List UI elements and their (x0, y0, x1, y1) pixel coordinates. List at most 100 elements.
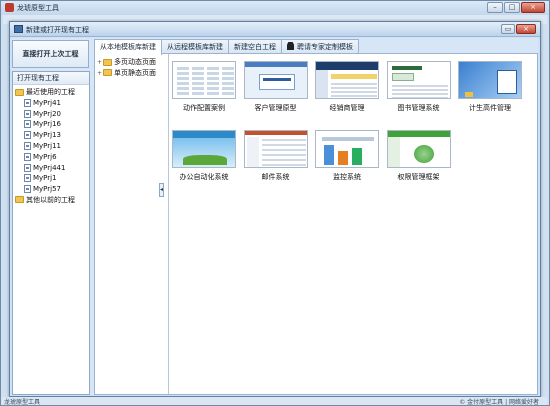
template-thumbnail[interactable] (172, 61, 236, 99)
tab-2[interactable]: 从远程模板库新建 (161, 39, 229, 54)
dialog-close-button[interactable]: × (516, 24, 536, 34)
template-tile[interactable]: 权限管理框架 (385, 127, 453, 187)
template-tile[interactable]: 图书管理系统 (385, 58, 453, 118)
thumbnail-shape (177, 72, 189, 75)
project-group[interactable]: 其他以前的工程 (15, 195, 89, 206)
tab-strip: 从本地模板库新建 从远程模板库新建 新建空白工程 聘请专家定制模板 (94, 39, 359, 55)
template-thumbnail[interactable] (243, 61, 308, 99)
template-category[interactable]: + 单页静态页面 (97, 68, 168, 79)
person-icon (287, 42, 294, 50)
thumbnail-shape (207, 87, 219, 90)
project-file-icon (24, 163, 31, 172)
project-item-label: MyPrj20 (33, 109, 62, 118)
open-last-project-button[interactable]: 直接打开上次工程 (12, 40, 89, 68)
project-item[interactable]: MyPrj13 (15, 130, 89, 141)
project-item-label: MyPrj11 (33, 141, 62, 150)
thumbnail-shape (246, 137, 259, 167)
thumbnail-shape (244, 62, 307, 67)
template-tile[interactable]: 动作配置案例 (170, 58, 238, 118)
thumbnail-shape (192, 82, 204, 85)
thumbnail-shape (222, 82, 234, 85)
status-right-text: © 金付原型工具 | 网络爱好者 (459, 399, 539, 406)
folder-icon (15, 196, 24, 204)
template-thumbnail[interactable] (243, 130, 308, 168)
thumbnail-shape (391, 97, 448, 98)
template-thumbnail[interactable] (386, 130, 451, 168)
project-item[interactable]: MyPrj11 (15, 141, 89, 152)
project-item[interactable]: MyPrj41 (15, 98, 89, 109)
thumbnail-shape (222, 92, 234, 95)
tab-3[interactable]: 新建空白工程 (228, 39, 282, 54)
thumbnail-shape (497, 70, 517, 94)
template-label: 办公自动化系统 (179, 173, 229, 181)
thumbnail-shape (173, 131, 235, 138)
project-file-icon (24, 98, 31, 107)
template-label: 图书管理系统 (397, 104, 440, 112)
project-item[interactable]: MyPrj20 (15, 109, 89, 120)
project-item-label: MyPrj13 (33, 131, 62, 140)
template-category-label: 多页动态页面 (114, 58, 156, 66)
thumbnail-shape (192, 77, 204, 80)
thumbnail-shape (177, 82, 189, 85)
template-label: 权限管理框架 (397, 173, 440, 181)
template-thumbnail[interactable] (315, 130, 379, 168)
folder-icon (15, 88, 24, 96)
open-project-panel: 打开现有工程 最近使用的工程 MyPrj41 MyPrj20 MyPrj16 MyPrj… (12, 71, 90, 395)
thumbnail-shape (222, 72, 234, 75)
template-thumbnail[interactable] (458, 61, 522, 99)
maximize-button[interactable]: □ (504, 2, 520, 13)
thumbnail-shape (183, 155, 227, 165)
thumbnail-shape (177, 77, 189, 80)
tab-label: 聘请专家定制模板 (297, 43, 353, 51)
tab-4[interactable]: 聘请专家定制模板 (281, 39, 359, 54)
thumbnail-shape (331, 95, 377, 97)
tab-label: 新建空白工程 (234, 43, 276, 51)
project-file-icon (24, 109, 31, 118)
template-tile[interactable]: 经销商管理 (313, 58, 381, 118)
thumbnail-shape (222, 77, 234, 80)
template-thumbnail[interactable] (172, 130, 236, 168)
project-file-icon (24, 185, 31, 194)
close-button[interactable]: × (521, 2, 545, 13)
dialog-restore-button[interactable]: ▭ (501, 24, 515, 34)
project-item[interactable]: MyPrj441 (15, 163, 89, 174)
thumbnail-shape (331, 87, 377, 89)
template-tile[interactable]: 邮件系统 (242, 127, 310, 187)
thumbnail-shape (262, 78, 291, 81)
tab-1[interactable]: 从本地模板库新建 (94, 39, 162, 55)
project-group[interactable]: 最近使用的工程 (15, 87, 89, 98)
project-item[interactable]: MyPrj1 (15, 173, 89, 184)
template-label: 动作配置案例 (183, 104, 225, 112)
project-item-label: MyPrj441 (33, 163, 66, 172)
thumbnail-shape (352, 148, 362, 165)
thumbnail-shape (331, 83, 377, 85)
thumbnail-shape (207, 92, 219, 95)
project-item[interactable]: MyPrj57 (15, 184, 89, 195)
thumbnail-shape (331, 91, 377, 93)
template-label: 监控系统 (333, 173, 361, 181)
dialog-controls: ▭ × (501, 24, 536, 34)
project-item[interactable]: MyPrj16 (15, 119, 89, 130)
project-item-label: MyPrj6 (33, 152, 57, 161)
project-file-icon (24, 131, 31, 140)
thumbnail-shape (391, 66, 422, 70)
thumbnail-shape (177, 67, 189, 70)
template-category[interactable]: + 多页动态页面 (97, 57, 168, 68)
minimize-button[interactable]: – (487, 2, 503, 13)
thumbnail-shape (207, 82, 219, 85)
template-tile[interactable]: 客户管理原型 (242, 58, 310, 118)
status-left-text: 龙琥原型工具 (4, 399, 41, 406)
template-tile[interactable]: 监控系统 (313, 127, 381, 187)
template-tile[interactable]: 计生高件管理 (456, 58, 524, 118)
template-tile[interactable]: 办公自动化系统 (170, 127, 238, 187)
template-label: 经销商管理 (329, 104, 365, 112)
open-project-panel-title: 打开现有工程 (13, 72, 89, 85)
collapse-panel-handle[interactable]: ◂ (159, 183, 164, 197)
thumbnail-shape (391, 93, 448, 95)
template-thumbnail[interactable] (386, 61, 451, 99)
template-thumbnail[interactable] (315, 61, 379, 99)
project-item-label: MyPrj1 (33, 174, 57, 183)
thumbnail-shape (192, 72, 204, 75)
project-item[interactable]: MyPrj6 (15, 152, 89, 163)
project-file-icon (24, 141, 31, 150)
